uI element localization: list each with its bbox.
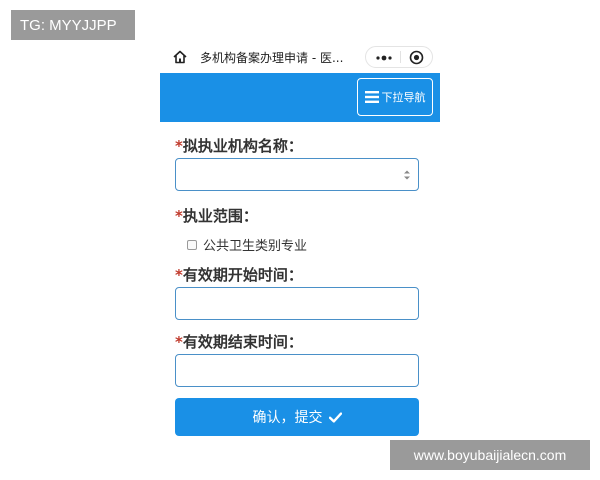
org-name-label: *拟执业机构名称： bbox=[175, 137, 303, 155]
scope-option-label: 公共卫生类别专业 bbox=[203, 239, 308, 254]
required-mark: * bbox=[175, 207, 183, 225]
hamburger-icon bbox=[364, 91, 379, 103]
page-title: 多机构备案办理申请 - 医... bbox=[200, 51, 344, 65]
more-icon[interactable] bbox=[374, 51, 394, 65]
mini-program-titlebar: 多机构备案办理申请 - 医... bbox=[160, 40, 440, 73]
watermark-top-left: TG: MYYJJPP bbox=[11, 10, 135, 40]
scope-label: *执业范围： bbox=[175, 207, 258, 225]
checkbox[interactable] bbox=[187, 239, 197, 250]
phone-screen: 多机构备案办理申请 - 医... 下拉导航 *拟执业机构名称： *执业范围： 公… bbox=[160, 40, 440, 440]
required-mark: * bbox=[175, 333, 183, 351]
application-form: *拟执业机构名称： *执业范围： 公共卫生类别专业 *有效期开始时间： *有效期… bbox=[160, 122, 440, 440]
select-arrows-icon bbox=[404, 170, 410, 180]
end-time-label: *有效期结束时间： bbox=[175, 333, 303, 351]
required-mark: * bbox=[175, 266, 183, 284]
submit-button[interactable]: 确认，提交 bbox=[175, 398, 419, 436]
required-mark: * bbox=[175, 137, 183, 155]
capsule-menu bbox=[365, 46, 433, 68]
watermark-bottom-right: www.boyubaijialecn.com bbox=[390, 440, 590, 470]
org-name-select[interactable] bbox=[175, 158, 419, 191]
dropdown-nav-label: 下拉导航 bbox=[381, 91, 426, 104]
top-navbar: 下拉导航 bbox=[160, 73, 440, 122]
submit-label: 确认，提交 bbox=[252, 410, 323, 426]
check-icon bbox=[328, 411, 342, 423]
home-icon[interactable] bbox=[172, 49, 188, 65]
start-time-label: *有效期开始时间： bbox=[175, 266, 303, 284]
capsule-divider bbox=[400, 51, 401, 63]
target-icon[interactable] bbox=[409, 50, 424, 65]
start-time-input[interactable] bbox=[175, 287, 419, 320]
dropdown-nav-button[interactable]: 下拉导航 bbox=[357, 78, 433, 116]
end-time-input[interactable] bbox=[175, 354, 419, 387]
scope-option-public-health[interactable]: 公共卫生类别专业 bbox=[187, 235, 307, 254]
